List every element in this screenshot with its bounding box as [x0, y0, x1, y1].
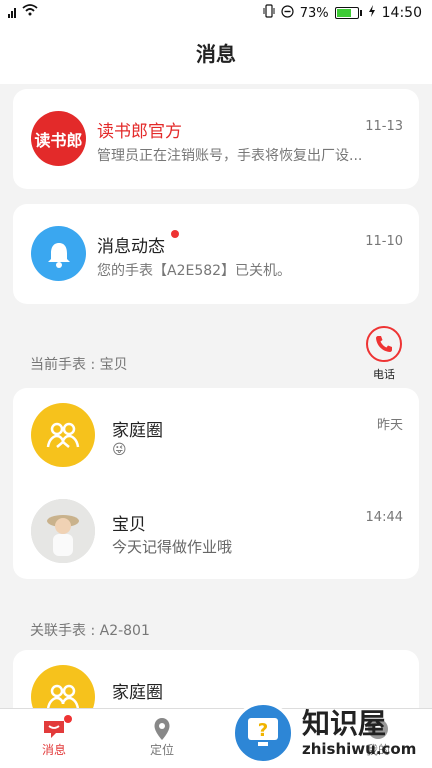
watermark-en: zhishiwu.com [302, 740, 417, 758]
baby-chat-item[interactable]: 宝贝 今天记得做作业哦 14:44 [13, 484, 419, 579]
phone-button[interactable]: 电话 [366, 326, 402, 382]
nav-messages[interactable]: 消息 [0, 709, 108, 768]
watermark-text: 知识屋 zhishiwu.com [302, 707, 417, 759]
unread-dot [171, 230, 179, 238]
dynamics-message-card[interactable]: 消息动态 您的手表【A2E582】已关机。 11-10 [13, 204, 419, 304]
bell-icon [47, 242, 70, 268]
battery-icon [334, 7, 362, 19]
linked-watch-label: 关联手表 : A2-801 [30, 623, 150, 639]
watermark-logo-icon: ? [232, 702, 294, 764]
official-message-card[interactable]: 读书郎 读书郎官方 管理员正在注销账号，手表将恢复出厂设... 11-13 [13, 89, 419, 189]
phone-icon [366, 326, 402, 362]
svg-text:?: ? [258, 720, 268, 741]
dynamics-name: 消息动态 [97, 237, 165, 257]
official-time: 11-13 [365, 119, 403, 134]
dynamics-preview: 您的手表【A2E582】已关机。 [97, 263, 292, 279]
family-circle-item[interactable]: 家庭圈 😜 昨天 [13, 388, 419, 483]
baby-preview: 今天记得做作业哦 [112, 538, 233, 556]
message-icon [42, 715, 72, 741]
watermark-cn: 知识屋 [302, 707, 387, 740]
official-logo: 读书郎 [31, 111, 86, 166]
watermark: ? 知识屋 zhishiwu.com [232, 698, 432, 768]
dnd-icon [281, 4, 294, 22]
family-circle-time: 昨天 [376, 418, 403, 433]
dynamics-time: 11-10 [365, 234, 403, 249]
official-name: 读书郎官方 [97, 122, 182, 142]
status-right: 73% 14:50 [263, 4, 422, 22]
nav-location[interactable]: 定位 [108, 709, 216, 768]
linked-family-name: 家庭圈 [112, 683, 163, 703]
baby-avatar [31, 499, 95, 563]
official-preview: 管理员正在注销账号，手表将恢复出厂设... [97, 148, 363, 164]
status-time: 14:50 [381, 5, 422, 21]
family-circle-preview: 😜 [112, 442, 127, 458]
current-watch-label: 当前手表 : 宝贝 [30, 357, 128, 373]
nav-location-label: 定位 [149, 743, 174, 757]
phone-label: 电话 [373, 368, 395, 381]
messages-unread-dot [64, 715, 72, 723]
family-circle-name: 家庭圈 [112, 421, 163, 441]
nav-messages-label: 消息 [41, 743, 66, 757]
signal-icon [8, 6, 16, 18]
charging-icon [368, 5, 376, 21]
page-title: 消息 [196, 42, 236, 66]
baby-time: 14:44 [365, 510, 403, 525]
battery-percent: 73% [299, 5, 329, 21]
family-group-icon [46, 422, 80, 448]
status-bar: 73% 14:50 [0, 0, 432, 24]
baby-name: 宝贝 [112, 515, 146, 535]
current-watch-card: 家庭圈 😜 昨天 宝贝 今天记得做作业哦 14:44 [13, 388, 419, 579]
wifi-icon [22, 4, 38, 20]
dynamics-avatar [31, 226, 86, 281]
location-pin-icon [153, 717, 171, 741]
vibrate-icon [263, 4, 275, 22]
page-header: 消息 [0, 24, 432, 84]
official-logo-text: 读书郎 [34, 130, 83, 150]
family-circle-avatar [31, 403, 95, 467]
status-left [8, 4, 38, 20]
